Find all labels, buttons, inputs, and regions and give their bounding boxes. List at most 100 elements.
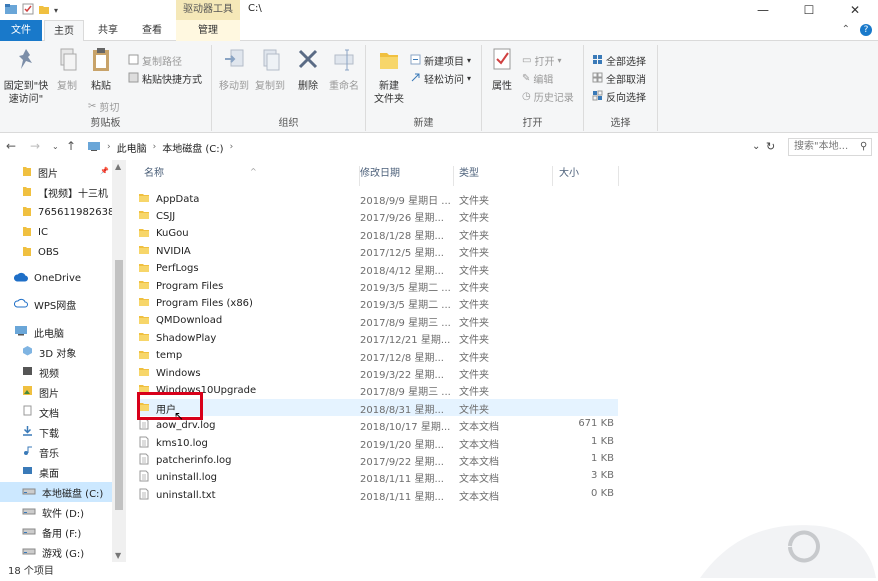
file-row[interactable]: Windows10Upgrade 2017/8/9 星期三 ... 文件夹 [138,381,618,398]
help-icon[interactable]: ? [860,24,872,36]
file-row[interactable]: ShadowPlay 2017/12/21 星期... 文件夹 [138,329,618,346]
file-row[interactable]: 用户 2018/8/31 星期... 文件夹 [138,398,618,416]
file-name-cell: temp [138,349,182,363]
breadcrumb-chevron-icon: › [107,142,111,152]
address-dropdown-icon[interactable]: ⌄ [752,141,760,152]
nav-item[interactable]: 此电脑 [0,322,112,342]
folder-icon [138,366,150,380]
open-button[interactable]: ▭ 打开 ▾ [522,53,561,68]
delete-button[interactable]: 删除 [294,47,322,93]
breadcrumb-local-disk[interactable]: 本地磁盘 (C:) [162,140,223,155]
nav-item[interactable]: 桌面 [0,462,112,482]
file-row[interactable]: Program Files (x86) 2019/3/5 星期二 ... 文件夹 [138,294,618,311]
select-all-button[interactable]: 全部选择 [592,53,646,68]
file-row[interactable]: PerfLogs 2018/4/12 星期... 文件夹 [138,260,618,277]
close-icon[interactable]: ✕ [832,0,878,20]
nav-scrollbar[interactable]: ▲ ▼ [112,160,126,562]
properties-button[interactable]: 属性 [488,47,516,93]
nav-item[interactable]: OneDrive [0,268,112,288]
folder-icon [138,314,150,328]
tab-home[interactable]: 主页 [44,20,84,42]
scroll-thumb[interactable] [115,260,123,510]
file-row[interactable]: AppData 2018/9/9 星期日 ... 文件夹 [138,190,618,207]
nav-item[interactable]: 备用 (F:) [0,522,112,542]
new-folder-button[interactable]: 新建 文件夹 [370,47,408,106]
new-folder-qa-icon[interactable] [38,3,50,19]
breadcrumb-this-pc[interactable]: 此电脑 [117,140,147,155]
nav-item[interactable]: 765611982638 [0,202,112,222]
file-row[interactable]: CSJJ 2017/9/26 星期... 文件夹 [138,207,618,224]
back-arrow-icon[interactable]: ← [6,139,16,153]
address-box[interactable]: › 此电脑 › 本地磁盘 (C:) › [82,137,778,157]
cut-button[interactable]: ✂ 剪切 [88,99,119,114]
recent-locations-icon[interactable]: ⌄ [52,142,59,151]
cloud-icon [13,272,28,285]
copy-button[interactable]: 复制 [52,47,82,93]
paste-button[interactable]: 粘贴 [86,47,116,93]
forward-arrow-icon[interactable]: → [30,139,40,153]
file-row[interactable]: Program Files 2019/3/5 星期二 ... 文件夹 [138,277,618,294]
file-name-cell: Windows [138,366,201,380]
edit-button[interactable]: ✎ 编辑 [522,71,553,86]
column-header-name[interactable]: 名称 ^ [138,166,360,186]
nav-item[interactable]: 软件 (D:) [0,502,112,522]
nav-item[interactable]: 文档 [0,402,112,422]
pin-icon[interactable]: 📌 [100,167,109,175]
file-row[interactable]: KuGou 2018/1/28 星期... 文件夹 [138,225,618,242]
copy-to-button[interactable]: 复制到 [252,47,288,93]
tab-file[interactable]: 文件 [0,20,42,41]
nav-item[interactable]: WPS网盘 [0,294,112,314]
column-header-date[interactable]: 修改日期 [354,166,454,186]
file-date: 2018/10/17 星期... [360,422,451,434]
new-folder-icon [370,47,408,77]
minimize-icon[interactable]: — [740,0,786,20]
tab-share[interactable]: 共享 [88,20,128,41]
file-row[interactable]: uninstall.txt 2018/1/11 星期... 文本文档 0 KB [138,486,618,503]
refresh-icon[interactable]: ↻ [766,140,775,153]
file-row[interactable]: temp 2017/12/8 星期... 文件夹 [138,347,618,364]
easy-access-button[interactable]: 轻松访问 ▾ [410,71,471,86]
nav-item[interactable]: IC [0,222,112,242]
file-row[interactable]: Windows 2019/3/22 星期... 文件夹 [138,364,618,381]
properties-qa-icon[interactable] [22,3,34,19]
column-header-size[interactable]: 大小 [553,166,619,186]
file-row[interactable]: kms10.log 2019/1/20 星期... 文本文档 1 KB [138,434,618,451]
maximize-icon[interactable]: ☐ [786,0,832,20]
nav-item-label: 本地磁盘 (C:) [42,488,104,500]
nav-item[interactable]: 下载 [0,422,112,442]
window-title: C:\ [248,3,262,14]
rename-button[interactable]: 重命名 [326,47,362,93]
chevron-down-icon[interactable]: ⌃ [842,24,850,36]
nav-item[interactable]: 【视频】十三机 [0,182,112,202]
nav-item[interactable]: 图片 [0,382,112,402]
file-row[interactable]: uninstall.log 2018/1/11 星期... 文本文档 3 KB [138,468,618,485]
scroll-down-icon[interactable]: ▼ [115,551,121,560]
nav-item-label: 765611982638 [38,206,112,218]
column-header-type[interactable]: 类型 [453,166,553,186]
nav-item[interactable]: 音乐 [0,442,112,462]
move-to-button[interactable]: 移动到 [216,47,252,93]
nav-item[interactable]: 本地磁盘 (C:) [0,482,112,502]
tab-view[interactable]: 查看 [132,20,172,41]
nav-item[interactable]: 图片 [0,162,112,182]
customize-qa-icon[interactable]: ▾ [54,5,58,17]
new-item-button[interactable]: 新建项目 ▾ [410,53,471,68]
invert-selection-button[interactable]: 反向选择 [592,89,646,104]
paste-shortcut-button[interactable]: 粘贴快捷方式 [128,71,202,86]
file-row[interactable]: aow_drv.log 2018/10/17 星期... 文本文档 671 KB [138,416,618,433]
nav-item[interactable]: 视频 [0,362,112,382]
nav-item[interactable]: 3D 对象 [0,342,112,362]
file-row[interactable]: QMDownload 2017/8/9 星期三 ... 文件夹 [138,312,618,329]
nav-item[interactable]: 游戏 (G:) [0,542,112,562]
file-row[interactable]: patcherinfo.log 2017/9/22 星期... 文本文档 1 KB [138,451,618,468]
copy-path-button[interactable]: 复制路径 [128,53,182,68]
scroll-up-icon[interactable]: ▲ [115,162,121,171]
nav-item-label: 游戏 (G:) [42,548,85,560]
select-none-button[interactable]: 全部取消 [592,71,646,86]
nav-item[interactable]: OBS [0,242,112,262]
tab-manage[interactable]: 管理 [176,20,240,41]
file-row[interactable]: NVIDIA 2017/12/5 星期... 文件夹 [138,242,618,259]
pin-quick-access-button[interactable]: 固定到"快速访问" [2,47,50,106]
up-arrow-icon[interactable]: ↑ [66,139,76,153]
history-button[interactable]: ◷ 历史记录 [522,89,574,104]
